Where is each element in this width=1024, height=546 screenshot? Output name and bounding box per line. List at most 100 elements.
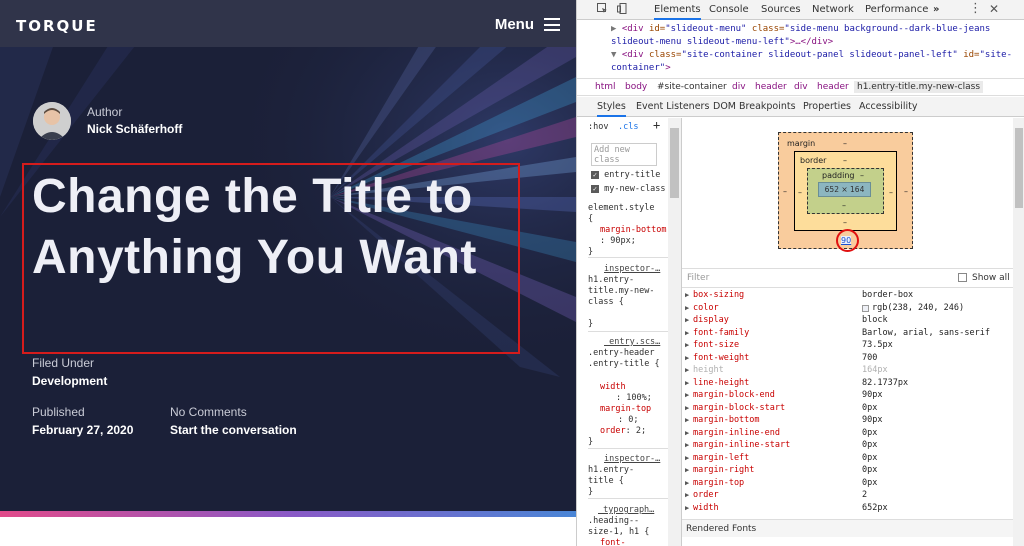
expand-arrow-icon[interactable]: ▶ bbox=[685, 316, 689, 324]
cls-toggle[interactable]: .cls bbox=[618, 122, 638, 133]
expand-arrow-icon[interactable]: ▶ bbox=[685, 366, 689, 374]
class-checkbox-my-new-class[interactable]: ✓ my-new-class bbox=[591, 184, 666, 195]
breadcrumb-html[interactable]: html bbox=[595, 82, 616, 92]
computed-prop-name: margin-block-end bbox=[693, 390, 775, 400]
margin-top-value[interactable]: – bbox=[843, 139, 847, 148]
author-name[interactable]: Nick Schäferhoff bbox=[87, 122, 182, 136]
start-conversation-link[interactable]: Start the conversation bbox=[170, 423, 297, 437]
source-link-inspector-2[interactable]: inspector-… bbox=[604, 454, 660, 465]
dom-node-slideout-menu[interactable]: ▶ <div id="slideout-menu" class="side-me… bbox=[611, 23, 990, 36]
computed-prop-value: 90px bbox=[862, 415, 883, 425]
tab-network[interactable]: Network bbox=[812, 4, 854, 15]
author-avatar bbox=[33, 102, 71, 140]
content-box[interactable]: 652 × 164 bbox=[818, 182, 871, 197]
border-right-value[interactable]: – bbox=[889, 188, 893, 197]
class-label: my-new-class bbox=[604, 184, 666, 194]
prop-font[interactable]: font- bbox=[600, 538, 626, 546]
subtab-styles[interactable]: Styles bbox=[597, 101, 626, 117]
prop-width: width bbox=[600, 382, 626, 392]
expand-arrow-icon[interactable]: ▶ bbox=[685, 429, 689, 437]
collapse-arrow-icon[interactable]: ▼ bbox=[611, 50, 616, 60]
expand-arrow-icon[interactable]: ▶ bbox=[611, 24, 616, 34]
prop-margin-bottom[interactable]: margin-bottom bbox=[600, 225, 667, 236]
class-checkbox-entry-title[interactable]: ✓ entry-title bbox=[591, 170, 660, 181]
breadcrumb-header-2[interactable]: header bbox=[817, 82, 849, 92]
filed-under-value[interactable]: Development bbox=[32, 374, 107, 388]
expand-arrow-icon[interactable]: ▶ bbox=[685, 341, 689, 349]
expand-arrow-icon[interactable]: ▶ bbox=[685, 441, 689, 449]
val-width[interactable]: : 100%; bbox=[616, 393, 652, 404]
subtab-properties[interactable]: Properties bbox=[803, 101, 851, 112]
expand-arrow-icon[interactable]: ▶ bbox=[685, 404, 689, 412]
subtab-accessibility[interactable]: Accessibility bbox=[859, 101, 917, 112]
val-margin-bottom[interactable]: : 90px; bbox=[600, 236, 636, 247]
selector-h1-my-new-class: h1.entry-title.my-new-class { bbox=[588, 275, 655, 307]
expand-arrow-icon[interactable]: ▶ bbox=[685, 379, 689, 387]
tab-console[interactable]: Console bbox=[709, 4, 749, 15]
hamburger-icon[interactable] bbox=[544, 18, 560, 31]
expand-arrow-icon[interactable]: ▶ bbox=[685, 391, 689, 399]
expand-arrow-icon[interactable]: ▶ bbox=[685, 466, 689, 474]
filter-input[interactable]: Filter bbox=[687, 273, 709, 283]
breadcrumb-div-2[interactable]: div bbox=[794, 82, 808, 92]
expand-arrow-icon[interactable]: ▶ bbox=[685, 504, 689, 512]
right-scrollbar-thumb[interactable] bbox=[1015, 128, 1023, 208]
tab-sources[interactable]: Sources bbox=[761, 4, 801, 15]
styles-scrollbar-thumb[interactable] bbox=[670, 128, 679, 198]
menu-label[interactable]: Menu bbox=[495, 16, 534, 33]
breadcrumb-h1-selected[interactable]: h1.entry-title.my-new-class bbox=[854, 81, 984, 93]
new-rule-button[interactable]: + bbox=[653, 119, 660, 131]
subtab-dom-breakpoints[interactable]: DOM Breakpoints bbox=[713, 101, 796, 112]
device-toolbar-icon[interactable] bbox=[617, 3, 628, 17]
source-link-typography[interactable]: _typograph… bbox=[598, 505, 654, 516]
rendered-fonts-label[interactable]: Rendered Fonts bbox=[686, 524, 756, 534]
more-tabs-icon[interactable]: » bbox=[933, 4, 939, 15]
checkbox-icon[interactable]: ✓ bbox=[591, 171, 599, 179]
source-link-entry-scss[interactable]: _entry.scs… bbox=[604, 337, 660, 348]
expand-arrow-icon[interactable]: ▶ bbox=[685, 416, 689, 424]
breadcrumb-site-container[interactable]: #site-container bbox=[657, 82, 727, 92]
source-link-inspector[interactable]: inspector-… bbox=[604, 264, 660, 275]
margin-left-value[interactable]: – bbox=[783, 187, 787, 196]
checkbox-icon[interactable]: ✓ bbox=[591, 185, 599, 193]
breadcrumb-header[interactable]: header bbox=[755, 82, 787, 92]
site-logo[interactable]: TORQUE bbox=[16, 17, 98, 35]
expand-arrow-icon[interactable]: ▶ bbox=[685, 329, 689, 337]
expand-arrow-icon[interactable]: ▶ bbox=[685, 491, 689, 499]
computed-prop-name: height bbox=[693, 365, 724, 375]
val-margin-top[interactable]: : 0; bbox=[618, 415, 638, 426]
more-options-icon[interactable]: ⋮ bbox=[969, 1, 982, 16]
close-icon[interactable]: ✕ bbox=[989, 2, 999, 16]
border-bottom-value[interactable]: – bbox=[843, 218, 847, 227]
show-all-checkbox[interactable] bbox=[958, 273, 967, 282]
color-swatch[interactable] bbox=[862, 304, 869, 312]
inspect-element-icon[interactable] bbox=[597, 3, 608, 17]
border-top-value[interactable]: – bbox=[843, 156, 847, 165]
padding-top-value[interactable]: – bbox=[860, 171, 864, 180]
filed-under-label: Filed Under bbox=[32, 356, 95, 370]
tab-performance[interactable]: Performance bbox=[865, 4, 928, 15]
expand-arrow-icon[interactable]: ▶ bbox=[685, 354, 689, 362]
hov-toggle[interactable]: :hov bbox=[588, 122, 608, 133]
add-class-input[interactable]: Add new class bbox=[591, 143, 657, 166]
breadcrumb-div[interactable]: div bbox=[732, 82, 746, 92]
expand-arrow-icon[interactable]: ▶ bbox=[685, 454, 689, 462]
border-box[interactable]: border – – – – padding – 652 × 164 – bbox=[794, 151, 897, 231]
expand-arrow-icon[interactable]: ▶ bbox=[685, 479, 689, 487]
expand-arrow-icon[interactable]: ▶ bbox=[685, 291, 689, 299]
subtab-event-listeners[interactable]: Event Listeners bbox=[636, 101, 709, 112]
dom-node-slideout-menu-cont[interactable]: slideout-menu slideout-menu-left">…</div… bbox=[611, 36, 833, 49]
expand-arrow-icon[interactable]: ▶ bbox=[685, 304, 689, 312]
tab-elements[interactable]: Elements bbox=[654, 4, 701, 20]
padding-bottom-value[interactable]: – bbox=[842, 201, 846, 210]
menu-button[interactable]: Menu bbox=[495, 16, 560, 33]
prop-margin-top[interactable]: margin-top bbox=[600, 404, 651, 415]
dom-node-site-container[interactable]: ▼ <div class="site-container slideout-pa… bbox=[611, 49, 1012, 62]
prop-width-line[interactable]: width bbox=[600, 382, 626, 393]
border-left-value[interactable]: – bbox=[798, 188, 802, 197]
prop-order-line[interactable]: order: 2; bbox=[600, 426, 646, 437]
breadcrumb-body[interactable]: body bbox=[625, 82, 647, 92]
margin-right-value[interactable]: – bbox=[904, 187, 908, 196]
dom-node-site-container-cont[interactable]: container"> bbox=[611, 62, 671, 75]
padding-box[interactable]: padding – 652 × 164 – bbox=[807, 168, 884, 214]
